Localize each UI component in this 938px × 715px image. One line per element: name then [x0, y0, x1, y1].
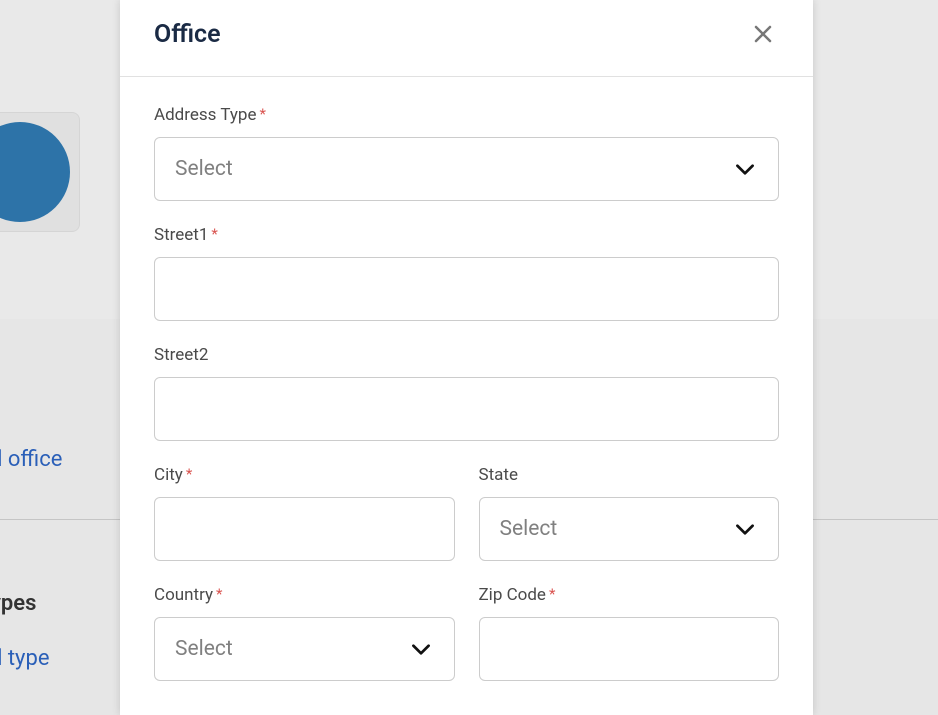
background-logo-box: [0, 112, 80, 232]
country-select[interactable]: Select: [154, 617, 455, 681]
background-types-heading: ypes: [0, 591, 36, 616]
address-type-select-value: Select: [175, 157, 732, 181]
street2-label: Street2: [154, 345, 779, 365]
street2-label-text: Street2: [154, 345, 208, 365]
logo-circle-icon: [0, 122, 70, 222]
street1-field: Street1*: [154, 225, 779, 321]
city-input[interactable]: [154, 497, 455, 561]
country-zip-row: Country* Select Zip Code*: [154, 585, 779, 705]
state-select-value: Select: [500, 517, 733, 541]
country-label-text: Country: [154, 585, 213, 605]
required-mark: *: [211, 225, 217, 243]
city-field: City*: [154, 465, 455, 561]
required-mark: *: [216, 585, 222, 603]
close-button[interactable]: [747, 18, 779, 50]
required-mark: *: [549, 585, 555, 603]
country-label: Country*: [154, 585, 455, 605]
required-mark: *: [259, 105, 265, 123]
street2-input[interactable]: [154, 377, 779, 441]
zip-code-input[interactable]: [479, 617, 780, 681]
background-add-type-link: d type: [0, 646, 50, 671]
close-icon: [751, 22, 775, 46]
state-field: State Select: [479, 465, 780, 561]
required-mark: *: [186, 465, 192, 483]
chevron-down-icon: [732, 516, 758, 542]
modal-body: Address Type* Select Street1* Street2 Ci…: [120, 77, 813, 705]
chevron-down-icon: [732, 156, 758, 182]
street1-label: Street1*: [154, 225, 779, 245]
modal-header: Office: [120, 0, 813, 77]
background-add-office-link: d office: [0, 447, 62, 472]
city-label: City*: [154, 465, 455, 485]
street1-input[interactable]: [154, 257, 779, 321]
country-field: Country* Select: [154, 585, 455, 681]
zip-code-label: Zip Code*: [479, 585, 780, 605]
country-select-value: Select: [175, 637, 408, 661]
address-type-select[interactable]: Select: [154, 137, 779, 201]
modal-title: Office: [154, 20, 221, 49]
city-label-text: City: [154, 465, 183, 485]
street2-field: Street2: [154, 345, 779, 441]
state-select[interactable]: Select: [479, 497, 780, 561]
chevron-down-icon: [408, 636, 434, 662]
street1-label-text: Street1: [154, 225, 208, 245]
state-label-text: State: [479, 465, 518, 485]
state-label: State: [479, 465, 780, 485]
address-type-field: Address Type* Select: [154, 105, 779, 201]
office-modal: Office Address Type* Select Street1* Str…: [120, 0, 813, 715]
address-type-label-text: Address Type: [154, 105, 256, 125]
address-type-label: Address Type*: [154, 105, 779, 125]
city-state-row: City* State Select: [154, 465, 779, 585]
zip-code-field: Zip Code*: [479, 585, 780, 681]
zip-code-label-text: Zip Code: [479, 585, 546, 605]
